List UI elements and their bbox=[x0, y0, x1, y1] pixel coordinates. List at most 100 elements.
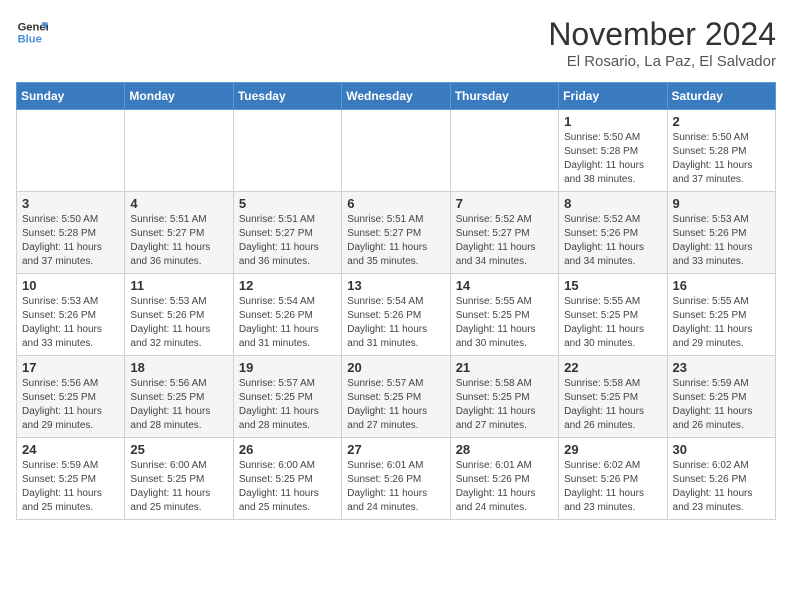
calendar-cell: 13 Sunrise: 5:54 AM Sunset: 5:26 PM Dayli… bbox=[342, 274, 450, 356]
day-info: Sunrise: 5:59 AM Sunset: 5:25 PM Dayligh… bbox=[22, 459, 119, 515]
calendar-cell: 8 Sunrise: 5:52 AM Sunset: 5:26 PM Daylig… bbox=[559, 192, 667, 274]
day-number: 21 bbox=[456, 360, 553, 375]
logo-icon: General Blue bbox=[16, 16, 48, 48]
day-info: Sunrise: 5:54 AM Sunset: 5:26 PM Dayligh… bbox=[347, 295, 444, 351]
day-number: 3 bbox=[22, 196, 119, 211]
day-info: Sunrise: 6:01 AM Sunset: 5:26 PM Dayligh… bbox=[347, 459, 444, 515]
weekday-header-tuesday: Tuesday bbox=[233, 83, 341, 110]
calendar-cell: 29 Sunrise: 6:02 AM Sunset: 5:26 PM Dayli… bbox=[559, 438, 667, 520]
day-info: Sunrise: 5:57 AM Sunset: 5:25 PM Dayligh… bbox=[239, 377, 336, 433]
calendar-cell bbox=[342, 110, 450, 192]
page-header: General Blue November 2024 El Rosario, L… bbox=[16, 16, 776, 70]
day-info: Sunrise: 5:50 AM Sunset: 5:28 PM Dayligh… bbox=[673, 131, 770, 187]
calendar-cell: 23 Sunrise: 5:59 AM Sunset: 5:25 PM Dayli… bbox=[667, 356, 775, 438]
day-info: Sunrise: 5:53 AM Sunset: 5:26 PM Dayligh… bbox=[130, 295, 227, 351]
day-number: 9 bbox=[673, 196, 770, 211]
day-number: 7 bbox=[456, 196, 553, 211]
calendar-cell: 9 Sunrise: 5:53 AM Sunset: 5:26 PM Daylig… bbox=[667, 192, 775, 274]
day-number: 28 bbox=[456, 442, 553, 457]
calendar-cell bbox=[450, 110, 558, 192]
day-info: Sunrise: 5:50 AM Sunset: 5:28 PM Dayligh… bbox=[22, 213, 119, 269]
day-info: Sunrise: 5:55 AM Sunset: 5:25 PM Dayligh… bbox=[456, 295, 553, 351]
day-number: 30 bbox=[673, 442, 770, 457]
calendar-cell: 15 Sunrise: 5:55 AM Sunset: 5:25 PM Dayli… bbox=[559, 274, 667, 356]
day-info: Sunrise: 5:52 AM Sunset: 5:26 PM Dayligh… bbox=[564, 213, 661, 269]
day-info: Sunrise: 5:58 AM Sunset: 5:25 PM Dayligh… bbox=[564, 377, 661, 433]
weekday-row: SundayMondayTuesdayWednesdayThursdayFrid… bbox=[17, 83, 776, 110]
day-number: 8 bbox=[564, 196, 661, 211]
day-number: 25 bbox=[130, 442, 227, 457]
calendar-table: SundayMondayTuesdayWednesdayThursdayFrid… bbox=[16, 82, 776, 520]
calendar-cell: 2 Sunrise: 5:50 AM Sunset: 5:28 PM Daylig… bbox=[667, 110, 775, 192]
day-info: Sunrise: 5:55 AM Sunset: 5:25 PM Dayligh… bbox=[564, 295, 661, 351]
calendar-header: SundayMondayTuesdayWednesdayThursdayFrid… bbox=[17, 83, 776, 110]
weekday-header-wednesday: Wednesday bbox=[342, 83, 450, 110]
calendar-cell: 22 Sunrise: 5:58 AM Sunset: 5:25 PM Dayli… bbox=[559, 356, 667, 438]
calendar-cell: 19 Sunrise: 5:57 AM Sunset: 5:25 PM Dayli… bbox=[233, 356, 341, 438]
weekday-header-friday: Friday bbox=[559, 83, 667, 110]
calendar-cell: 14Sunrise: 5:55 AM Sunset: 5:25 PM Dayli… bbox=[450, 274, 558, 356]
day-number: 15 bbox=[564, 278, 661, 293]
day-number: 24 bbox=[22, 442, 119, 457]
day-info: Sunrise: 6:00 AM Sunset: 5:25 PM Dayligh… bbox=[239, 459, 336, 515]
week-row-2: 3 Sunrise: 5:50 AM Sunset: 5:28 PM Daylig… bbox=[17, 192, 776, 274]
calendar-cell: 11 Sunrise: 5:53 AM Sunset: 5:26 PM Dayli… bbox=[125, 274, 233, 356]
day-number: 23 bbox=[673, 360, 770, 375]
day-info: Sunrise: 5:51 AM Sunset: 5:27 PM Dayligh… bbox=[347, 213, 444, 269]
subtitle: El Rosario, La Paz, El Salvador bbox=[548, 53, 776, 70]
day-info: Sunrise: 5:51 AM Sunset: 5:27 PM Dayligh… bbox=[130, 213, 227, 269]
day-number: 29 bbox=[564, 442, 661, 457]
day-info: Sunrise: 6:01 AM Sunset: 5:26 PM Dayligh… bbox=[456, 459, 553, 515]
day-number: 4 bbox=[130, 196, 227, 211]
calendar-cell: 30 Sunrise: 6:02 AM Sunset: 5:26 PM Dayli… bbox=[667, 438, 775, 520]
day-number: 27 bbox=[347, 442, 444, 457]
calendar-cell bbox=[233, 110, 341, 192]
day-info: Sunrise: 5:53 AM Sunset: 5:26 PM Dayligh… bbox=[22, 295, 119, 351]
weekday-header-monday: Monday bbox=[125, 83, 233, 110]
calendar-cell: 20Sunrise: 5:57 AM Sunset: 5:25 PM Dayli… bbox=[342, 356, 450, 438]
weekday-header-thursday: Thursday bbox=[450, 83, 558, 110]
calendar-cell: 7 Sunrise: 5:52 AM Sunset: 5:27 PM Daylig… bbox=[450, 192, 558, 274]
day-info: Sunrise: 5:55 AM Sunset: 5:25 PM Dayligh… bbox=[673, 295, 770, 351]
day-number: 19 bbox=[239, 360, 336, 375]
day-number: 12 bbox=[239, 278, 336, 293]
day-info: Sunrise: 5:53 AM Sunset: 5:26 PM Dayligh… bbox=[673, 213, 770, 269]
day-info: Sunrise: 5:51 AM Sunset: 5:27 PM Dayligh… bbox=[239, 213, 336, 269]
day-number: 22 bbox=[564, 360, 661, 375]
day-info: Sunrise: 5:56 AM Sunset: 5:25 PM Dayligh… bbox=[22, 377, 119, 433]
day-number: 13 bbox=[347, 278, 444, 293]
day-info: Sunrise: 6:02 AM Sunset: 5:26 PM Dayligh… bbox=[673, 459, 770, 515]
week-row-5: 24 Sunrise: 5:59 AM Sunset: 5:25 PM Dayli… bbox=[17, 438, 776, 520]
calendar-cell: 1Sunrise: 5:50 AM Sunset: 5:28 PM Daylig… bbox=[559, 110, 667, 192]
calendar-cell: 21 Sunrise: 5:58 AM Sunset: 5:25 PM Dayli… bbox=[450, 356, 558, 438]
calendar-cell: 18Sunrise: 5:56 AM Sunset: 5:25 PM Dayli… bbox=[125, 356, 233, 438]
day-number: 18 bbox=[130, 360, 227, 375]
calendar-cell: 28 Sunrise: 6:01 AM Sunset: 5:26 PM Dayli… bbox=[450, 438, 558, 520]
calendar-cell: 12 Sunrise: 5:54 AM Sunset: 5:26 PM Dayli… bbox=[233, 274, 341, 356]
day-info: Sunrise: 6:02 AM Sunset: 5:26 PM Dayligh… bbox=[564, 459, 661, 515]
week-row-4: 17 Sunrise: 5:56 AM Sunset: 5:25 PM Dayli… bbox=[17, 356, 776, 438]
day-number: 17 bbox=[22, 360, 119, 375]
calendar-cell: 27 Sunrise: 6:01 AM Sunset: 5:26 PM Dayli… bbox=[342, 438, 450, 520]
day-number: 11 bbox=[130, 278, 227, 293]
calendar-cell: 24 Sunrise: 5:59 AM Sunset: 5:25 PM Dayli… bbox=[17, 438, 125, 520]
calendar-cell: 6Sunrise: 5:51 AM Sunset: 5:27 PM Daylig… bbox=[342, 192, 450, 274]
day-number: 5 bbox=[239, 196, 336, 211]
calendar-cell bbox=[125, 110, 233, 192]
calendar-cell: 17 Sunrise: 5:56 AM Sunset: 5:25 PM Dayli… bbox=[17, 356, 125, 438]
day-number: 16 bbox=[673, 278, 770, 293]
day-number: 2 bbox=[673, 114, 770, 129]
calendar-cell: 3 Sunrise: 5:50 AM Sunset: 5:28 PM Daylig… bbox=[17, 192, 125, 274]
day-info: Sunrise: 5:52 AM Sunset: 5:27 PM Dayligh… bbox=[456, 213, 553, 269]
day-info: Sunrise: 5:54 AM Sunset: 5:26 PM Dayligh… bbox=[239, 295, 336, 351]
calendar-body: 1 Sunrise: 5:50 AM Sunset: 5:28 PM Daylig… bbox=[17, 110, 776, 520]
logo: General Blue bbox=[16, 16, 48, 48]
day-number: 1 bbox=[564, 114, 661, 129]
week-row-3: 10 Sunrise: 5:53 AM Sunset: 5:26 PM Dayli… bbox=[17, 274, 776, 356]
day-info: Sunrise: 5:58 AM Sunset: 5:25 PM Dayligh… bbox=[456, 377, 553, 433]
weekday-header-saturday: Saturday bbox=[667, 83, 775, 110]
day-number: 10 bbox=[22, 278, 119, 293]
day-info: Sunrise: 5:59 AM Sunset: 5:25 PM Dayligh… bbox=[673, 377, 770, 433]
calendar-cell: 5 Sunrise: 5:51 AM Sunset: 5:27 PM Daylig… bbox=[233, 192, 341, 274]
calendar-cell: 4 Sunrise: 5:51 AM Sunset: 5:27 PM Daylig… bbox=[125, 192, 233, 274]
